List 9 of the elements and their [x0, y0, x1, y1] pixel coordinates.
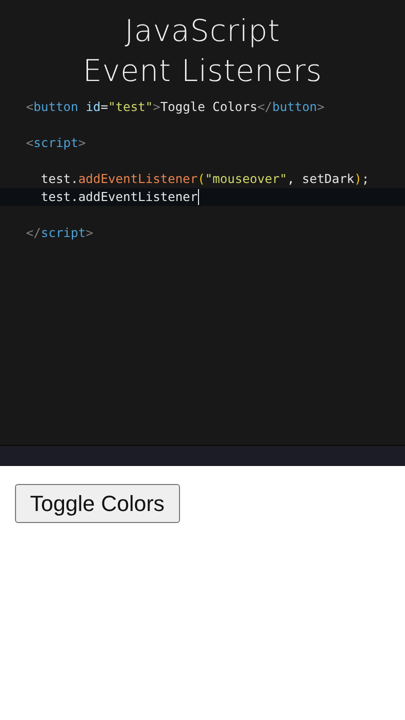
title-text: JavaScript [124, 13, 280, 51]
code-line: </script> [26, 224, 94, 242]
title-text: Event Listeners [82, 53, 322, 91]
code-line: <script> [26, 134, 86, 152]
code-line: test.addEventListener [40, 188, 198, 206]
text-cursor [198, 189, 200, 205]
code-line: test.addEventListener("mouseover", setDark); [40, 170, 370, 188]
toggle-colors-button[interactable]: Toggle Colors [15, 484, 180, 523]
code-line: <button id="test">Toggle Colors</button> [26, 98, 324, 116]
